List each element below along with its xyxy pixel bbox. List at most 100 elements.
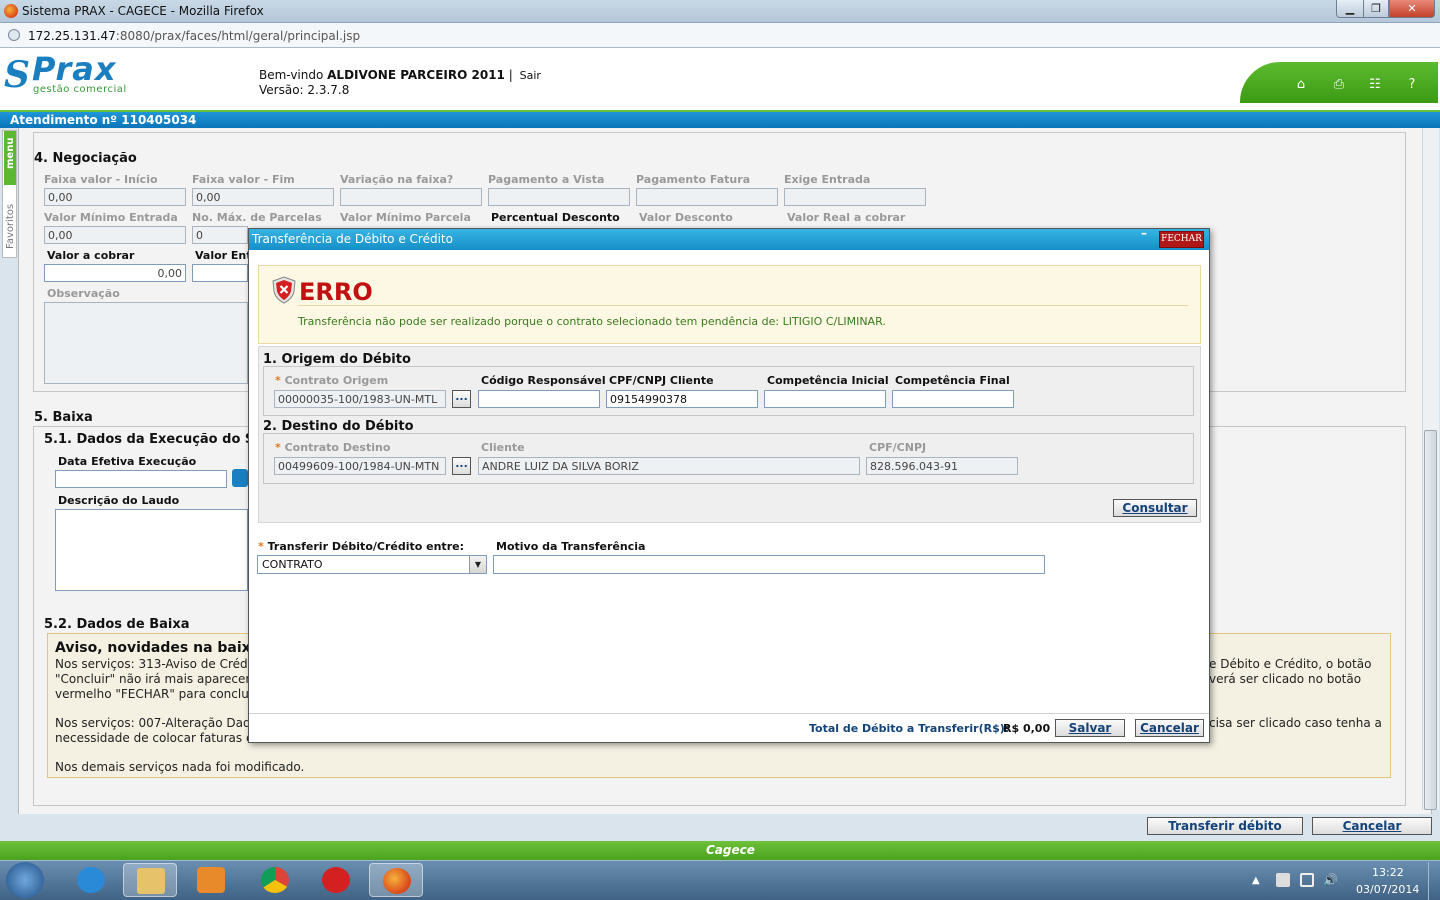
show-desktop-button[interactable]: [1428, 862, 1440, 900]
taskbar-ie[interactable]: [64, 863, 118, 897]
error-shield-icon: [272, 276, 296, 304]
calendar-icon[interactable]: [232, 469, 248, 487]
faixa-inicio-field[interactable]: 0,00: [44, 188, 186, 206]
cliente-label: Cliente: [481, 441, 525, 454]
pagamento-fatura-label: Pagamento Fatura: [636, 173, 751, 186]
url-text[interactable]: 172.25.131.47:8080/prax/faces/html/geral…: [28, 29, 360, 43]
laudo-label: Descrição do Laudo: [58, 494, 180, 507]
printer-icon[interactable]: ⎙: [1331, 77, 1347, 93]
faixa-inicio-label: Faixa valor - Início: [44, 173, 158, 186]
side-tabs[interactable]: menu Favoritos: [2, 130, 17, 258]
cpf-cliente-label: CPF/CNPJ Cliente: [609, 374, 714, 387]
taskbar-explorer[interactable]: [123, 863, 177, 897]
negociacao-title: 4. Negociação: [34, 151, 137, 166]
valor-entrada-label: Valor Ent: [195, 249, 252, 262]
minimize-window-button[interactable]: ▁: [1336, 0, 1364, 18]
valor-minimo-entrada-field[interactable]: 0,00: [44, 226, 186, 244]
prax-logo-icon: S: [4, 54, 30, 96]
close-window-button[interactable]: ✕: [1389, 0, 1435, 18]
clock-time[interactable]: 13:22: [1372, 866, 1404, 879]
dialog-minimize-button[interactable]: –: [1141, 227, 1153, 239]
codigo-responsavel-label: Código Responsável: [481, 374, 606, 387]
contrato-origem-search-button[interactable]: ...: [452, 390, 471, 408]
error-message: Transferência não pode ser realizado por…: [298, 315, 886, 328]
variacao-field[interactable]: [340, 188, 482, 206]
pagamento-vista-label: Pagamento a Vista: [488, 173, 605, 186]
contrato-destino-field[interactable]: 00499609-100/1984-UN-MTN: [274, 457, 446, 475]
cancelar-dialog-button[interactable]: Cancelar: [1135, 719, 1204, 737]
ie-icon: [77, 867, 105, 893]
transferir-entre-select[interactable]: CONTRATO: [257, 555, 487, 574]
laudo-field[interactable]: [55, 509, 248, 591]
atendimento-bar: Atendimento nº 110405034: [0, 110, 1440, 128]
max-parcelas-label: No. Máx. de Parcelas: [192, 211, 322, 224]
volume-icon[interactable]: 🔊: [1323, 873, 1338, 887]
menu-tab[interactable]: menu: [4, 131, 16, 185]
maximize-window-button[interactable]: ❐: [1363, 0, 1389, 18]
contrato-origem-label: * Contrato Origem: [275, 374, 389, 387]
data-execucao-label: Data Efetiva Execução: [58, 455, 197, 468]
data-execucao-field[interactable]: [55, 470, 227, 488]
motivo-field[interactable]: [493, 555, 1045, 574]
start-button[interactable]: [6, 862, 44, 898]
clock-date[interactable]: 03/07/2014: [1356, 883, 1419, 896]
taskbar-firefox[interactable]: [369, 863, 423, 897]
cagece-logo: Cagece: [706, 843, 755, 857]
globe-icon: [8, 29, 20, 41]
max-parcelas-field[interactable]: 0: [192, 226, 248, 244]
folder-icon: [137, 868, 165, 894]
dados-baixa-title: 5.2. Dados de Baixa: [44, 617, 190, 632]
cpf-cliente-field[interactable]: 09154990378: [606, 390, 758, 408]
codigo-responsavel-field[interactable]: [478, 390, 600, 408]
faixa-fim-field[interactable]: 0,00: [192, 188, 334, 206]
pagamento-vista-field[interactable]: [488, 188, 630, 206]
address-bar[interactable]: 172.25.131.47:8080/prax/faces/html/geral…: [0, 23, 1440, 48]
taskbar-media[interactable]: [184, 863, 238, 897]
competencia-inicial-label: Competência Inicial: [767, 374, 889, 387]
favoritos-tab[interactable]: Favoritos: [5, 204, 16, 249]
contrato-origem-field[interactable]: 00000035-100/1983-UN-MTL: [274, 390, 446, 408]
taskbar-chrome[interactable]: [248, 863, 302, 897]
faixa-fim-label: Faixa valor - Fim: [192, 173, 295, 186]
dialog-title: Transferência de Débito e Crédito: [252, 232, 453, 246]
dropdown-arrow-icon[interactable]: ▼: [469, 556, 486, 573]
cpf-destino-field[interactable]: 828.596.043-91: [866, 457, 1018, 475]
chrome-icon: [261, 867, 289, 893]
error-divider: [298, 305, 1188, 306]
pagamento-fatura-field[interactable]: [636, 188, 778, 206]
variacao-label: Variação na faixa?: [340, 173, 454, 186]
scrollbar-thumb[interactable]: [1424, 430, 1437, 810]
app-header: [0, 48, 1440, 110]
window-title: Sistema PRAX - CAGECE - Mozilla Firefox: [22, 4, 264, 18]
observacao-field[interactable]: [44, 302, 248, 384]
contrato-destino-search-button[interactable]: ...: [452, 457, 471, 475]
tray-arrow-icon[interactable]: ▲: [1252, 875, 1260, 886]
transferir-debito-button[interactable]: Transferir débito: [1147, 817, 1303, 835]
version-text: Versão: 2.3.7.8: [259, 83, 350, 97]
cancelar-main-button[interactable]: Cancelar: [1312, 817, 1432, 835]
valor-minimo-entrada-label: Valor Mínimo Entrada: [44, 211, 178, 224]
sair-link[interactable]: Sair: [520, 69, 541, 82]
transferir-entre-label: * Transferir Débito/Crédito entre:: [258, 540, 464, 553]
prax-logo: Prax: [32, 50, 117, 88]
footer-bar: Cagece: [0, 841, 1440, 860]
sitemap-icon[interactable]: ☷: [1367, 77, 1383, 93]
action-center-icon[interactable]: [1276, 873, 1290, 887]
network-icon[interactable]: [1300, 873, 1314, 887]
home-icon[interactable]: ⌂: [1293, 77, 1309, 93]
exige-entrada-field[interactable]: [784, 188, 926, 206]
consultar-button[interactable]: Consultar: [1113, 499, 1197, 517]
taskbar-app[interactable]: [309, 863, 363, 897]
total-label: Total de Débito a Transferir(R$):: [809, 722, 1010, 735]
motivo-label: Motivo da Transferência: [496, 540, 646, 553]
help-icon[interactable]: ?: [1404, 77, 1420, 93]
fechar-button[interactable]: FECHAR: [1159, 231, 1204, 248]
destino-title: 2. Destino do Débito: [263, 419, 414, 434]
valor-entrada-field[interactable]: [192, 264, 248, 282]
cliente-field[interactable]: ANDRE LUIZ DA SILVA BORIZ: [478, 457, 860, 475]
error-title: ERRO: [299, 278, 373, 306]
salvar-button[interactable]: Salvar: [1055, 719, 1125, 737]
competencia-inicial-field[interactable]: [764, 390, 886, 408]
valor-cobrar-field[interactable]: 0,00: [44, 264, 186, 282]
competencia-final-field[interactable]: [892, 390, 1014, 408]
